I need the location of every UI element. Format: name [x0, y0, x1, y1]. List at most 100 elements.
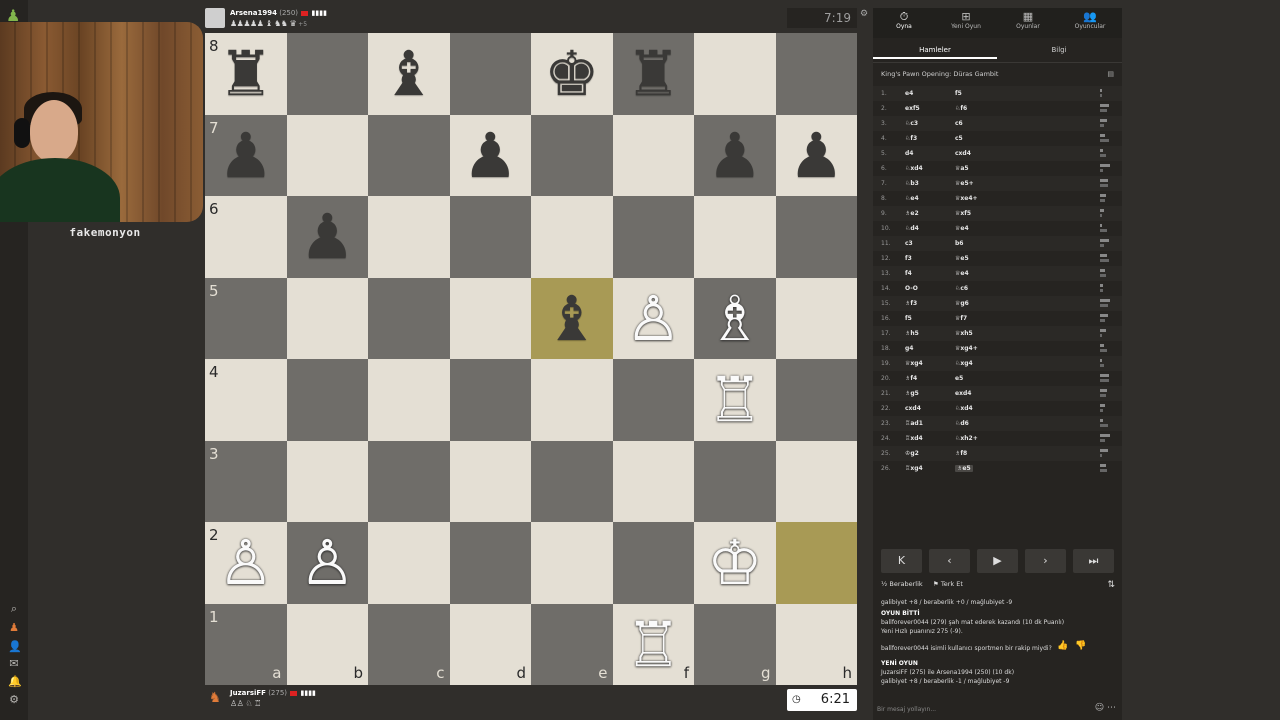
white-move[interactable]: ♔g2: [905, 450, 919, 457]
piece-b2[interactable]: ♙: [287, 522, 369, 604]
square-g8[interactable]: [694, 33, 776, 115]
piece-a8[interactable]: ♜: [205, 33, 287, 115]
square-a2[interactable]: 2 ♙: [205, 522, 287, 604]
black-move[interactable]: ♘d6: [955, 420, 969, 427]
white-move[interactable]: exf5: [905, 105, 920, 112]
square-f7[interactable]: [612, 114, 694, 196]
black-move[interactable]: e5: [955, 375, 963, 382]
square-b2[interactable]: ♙: [286, 522, 369, 604]
black-move[interactable]: ♕xh5: [955, 330, 973, 337]
black-move[interactable]: ♕a5: [955, 165, 969, 172]
black-move[interactable]: exd4: [955, 390, 971, 397]
thumbs-down-icon[interactable]: 👎: [1075, 642, 1086, 651]
square-f8[interactable]: ♜: [612, 33, 695, 115]
square-d3[interactable]: [449, 440, 531, 522]
draw-button[interactable]: ½ Beraberlik: [881, 580, 923, 588]
piece-d7[interactable]: ♟: [450, 115, 532, 197]
square-a6[interactable]: 6: [205, 196, 287, 278]
black-move[interactable]: ♕e4: [955, 225, 969, 232]
square-e1[interactable]: e: [531, 603, 613, 685]
white-move[interactable]: cxd4: [905, 405, 921, 412]
piece-f1[interactable]: ♖: [613, 604, 695, 686]
black-move[interactable]: ♘xd4: [955, 405, 973, 412]
white-move[interactable]: ♗h5: [905, 330, 919, 337]
square-a5[interactable]: 5: [205, 277, 287, 359]
square-d1[interactable]: d: [449, 603, 531, 685]
emoji-more-icon[interactable]: ☺ ⋯: [1095, 703, 1116, 713]
avatar[interactable]: [205, 8, 225, 28]
book-icon[interactable]: ▤: [1107, 70, 1114, 78]
piece-g7[interactable]: ♟: [694, 115, 776, 197]
piece-f8[interactable]: ♜: [613, 33, 695, 115]
square-g6[interactable]: [694, 196, 776, 278]
play-button[interactable]: ▶: [977, 549, 1018, 573]
square-b7[interactable]: [286, 114, 368, 196]
white-move[interactable]: d4: [905, 150, 913, 157]
square-e2[interactable]: [531, 522, 613, 604]
first-move-button[interactable]: K: [881, 549, 922, 573]
square-b4[interactable]: [286, 359, 368, 441]
tab-moves[interactable]: Hamleler: [873, 46, 997, 59]
square-h1[interactable]: h: [775, 603, 857, 685]
square-a8[interactable]: 8 ♜: [205, 33, 287, 115]
piece-a2[interactable]: ♙: [205, 522, 287, 604]
square-c7[interactable]: [368, 114, 450, 196]
tab-info[interactable]: Bilgi: [997, 46, 1121, 54]
black-move[interactable]: ♕e5: [955, 255, 969, 262]
thumbs-up-icon[interactable]: 👍: [1057, 642, 1068, 651]
square-a1[interactable]: 1a: [205, 603, 287, 685]
square-g4[interactable]: ♖: [694, 359, 776, 441]
white-move[interactable]: ♖xd4: [905, 435, 923, 442]
square-d8[interactable]: [449, 33, 531, 115]
black-move[interactable]: b6: [955, 240, 963, 247]
square-e6[interactable]: [531, 196, 613, 278]
square-g2[interactable]: ♔: [694, 522, 776, 604]
black-move[interactable]: ♕e5+: [955, 180, 974, 187]
next-move-button[interactable]: ›: [1025, 549, 1066, 573]
square-a3[interactable]: 3: [205, 440, 287, 522]
square-f4[interactable]: [612, 359, 694, 441]
square-e3[interactable]: [531, 440, 613, 522]
square-b8[interactable]: [286, 33, 368, 115]
square-c1[interactable]: c: [368, 603, 450, 685]
bottom-player-name[interactable]: JuzarsiFF (275) ▮▮▮▮: [230, 689, 316, 697]
square-b3[interactable]: [286, 440, 368, 522]
white-move[interactable]: c3: [905, 240, 913, 247]
messages-icon[interactable]: ✉: [8, 658, 20, 670]
white-move[interactable]: ♘c3: [905, 120, 918, 127]
square-d2[interactable]: [449, 522, 531, 604]
resign-button[interactable]: ⚑ Terk Et: [933, 580, 963, 588]
square-f2[interactable]: [612, 522, 694, 604]
tab-players[interactable]: 👥 Oyuncular: [1059, 8, 1121, 38]
tab-play[interactable]: ⏱ Oyna: [873, 8, 935, 38]
square-a7[interactable]: 7 ♟: [205, 114, 287, 196]
black-move[interactable]: cxd4: [955, 150, 971, 157]
black-move[interactable]: ♕xf5: [955, 210, 971, 217]
white-move[interactable]: f5: [905, 315, 912, 322]
white-move[interactable]: ♘xd4: [905, 165, 923, 172]
white-move[interactable]: O-O: [905, 285, 918, 292]
black-move[interactable]: ♕g6: [955, 300, 969, 307]
square-h6[interactable]: [775, 196, 857, 278]
piece-h7[interactable]: ♟: [776, 115, 858, 197]
piece-f5[interactable]: ♙: [613, 278, 695, 360]
square-h4[interactable]: [775, 359, 857, 441]
square-b1[interactable]: b: [286, 603, 368, 685]
white-move[interactable]: f3: [905, 255, 912, 262]
black-move[interactable]: ♕f7: [955, 315, 967, 322]
black-move[interactable]: ♘f6: [955, 105, 967, 112]
piece-g5[interactable]: ♗: [694, 278, 776, 360]
square-c5[interactable]: [368, 277, 450, 359]
prev-move-button[interactable]: ‹: [929, 549, 970, 573]
square-h8[interactable]: [775, 33, 857, 115]
white-move[interactable]: e4: [905, 90, 913, 97]
white-move[interactable]: ♘e4: [905, 195, 919, 202]
square-c3[interactable]: [368, 440, 450, 522]
black-move[interactable]: ♘c6: [955, 285, 968, 292]
piece-g4[interactable]: ♖: [694, 359, 776, 441]
pawn-icon[interactable]: ♟: [8, 622, 20, 634]
square-f5[interactable]: ♙: [612, 277, 695, 360]
black-move[interactable]: f5: [955, 90, 962, 97]
square-e7[interactable]: [531, 114, 613, 196]
tab-games[interactable]: ▦ Oyunlar: [997, 8, 1059, 38]
